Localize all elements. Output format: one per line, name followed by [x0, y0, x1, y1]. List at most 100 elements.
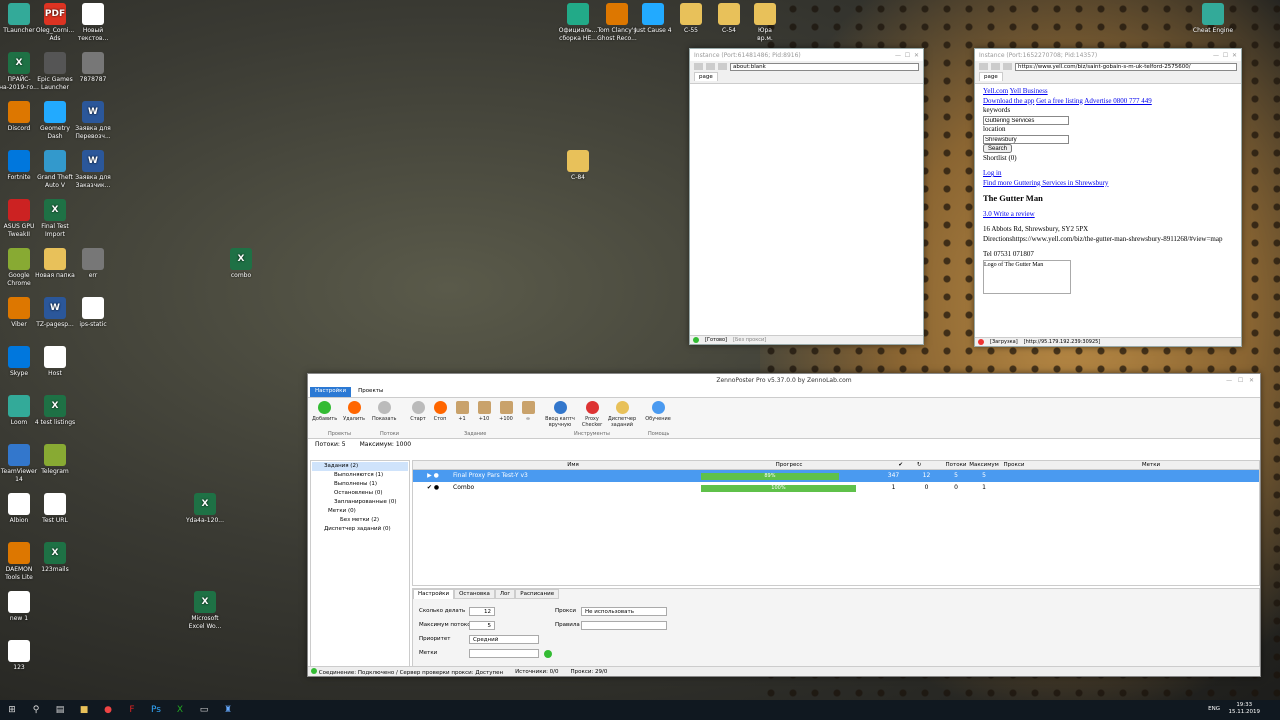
- search-button[interactable]: Search: [983, 144, 1013, 153]
- ribbon-button-5[interactable]: +1: [450, 398, 474, 422]
- notepad-icon[interactable]: ▭: [192, 700, 216, 720]
- tree-item[interactable]: Выполнены (1): [312, 480, 408, 489]
- link-advertise[interactable]: Advertise 0800 777 449: [1084, 97, 1151, 105]
- link-download[interactable]: Download the app: [983, 97, 1034, 105]
- bottom-tab[interactable]: Лог: [494, 589, 516, 599]
- tree-item[interactable]: Выполняются (1): [312, 471, 408, 480]
- ribbon-button-4[interactable]: Стоп: [428, 398, 452, 422]
- desktop-icon[interactable]: Telegram: [30, 444, 80, 476]
- rules-select[interactable]: [581, 621, 667, 630]
- tree-item[interactable]: Метки (0): [312, 507, 408, 516]
- desktop-icon[interactable]: X Yda4a-120...: [180, 493, 230, 525]
- desktop-icon[interactable]: Test URL: [30, 493, 80, 525]
- col-tags[interactable]: Метки: [1043, 461, 1259, 469]
- tags-select[interactable]: [469, 649, 539, 658]
- back-icon[interactable]: [979, 63, 988, 70]
- chrome-icon[interactable]: ●: [96, 700, 120, 720]
- ribbon-button-3[interactable]: Старт: [406, 398, 430, 422]
- count-input[interactable]: 12: [469, 607, 495, 616]
- tab-projects[interactable]: Проекты: [353, 387, 388, 397]
- link-yell-business[interactable]: Yell Business: [1010, 87, 1048, 95]
- system-tray[interactable]: ENG 19:33 15.11.2019: [1208, 702, 1260, 716]
- ribbon-button-9[interactable]: Ввод каптч вручную: [544, 398, 576, 428]
- proxy-select[interactable]: Не использовать: [581, 607, 667, 616]
- ribbon-button-10[interactable]: Proxy Checker: [576, 398, 608, 428]
- photoshop-icon[interactable]: Ps: [144, 700, 168, 720]
- tree-item[interactable]: Диспетчер заданий (0): [312, 525, 408, 534]
- back-icon[interactable]: [694, 63, 703, 70]
- url-input[interactable]: https://www.yell.com/biz/saint-gobain-s-…: [1015, 62, 1237, 71]
- search-icon[interactable]: ⚲: [24, 700, 48, 720]
- bottom-tab[interactable]: Настройки: [413, 589, 455, 599]
- link-find-more[interactable]: Find more Guttering Services in Shrewsbu…: [983, 179, 1108, 187]
- desktop-icon[interactable]: X Final Test Import: [30, 199, 80, 239]
- tree-item[interactable]: Без метки (2): [312, 516, 408, 525]
- link-rating[interactable]: 3.0 Write a review: [983, 210, 1035, 218]
- refresh-icon[interactable]: [1003, 63, 1012, 70]
- filezilla-icon[interactable]: F: [120, 700, 144, 720]
- priority-select[interactable]: Средний: [469, 635, 539, 644]
- bottom-tab[interactable]: Остановка: [454, 589, 495, 599]
- col-max[interactable]: Максимум: [969, 461, 999, 469]
- desktop-icon[interactable]: 7878787: [68, 52, 118, 84]
- col-name[interactable]: Имя: [453, 461, 693, 469]
- ribbon-button-0[interactable]: Добавить: [312, 398, 337, 422]
- keywords-input[interactable]: [983, 116, 1069, 125]
- tab-settings[interactable]: Настройки: [310, 387, 352, 397]
- table-row[interactable]: ▶ ● Final Proxy Pars Test-Y v3 89% 347 12 5 5: [413, 470, 1259, 482]
- desktop-icon[interactable]: Xcombo: [216, 248, 266, 280]
- desktop-icon[interactable]: C-84: [553, 150, 603, 182]
- url-input[interactable]: about:blank: [730, 62, 919, 71]
- language[interactable]: ENG: [1208, 706, 1220, 713]
- window-controls[interactable]: — ☐ ✕: [895, 52, 919, 59]
- desktop-icon[interactable]: err: [68, 248, 118, 280]
- browser-window-2[interactable]: Instance (Port:1652270708; Pid:14357) — ☐…: [974, 48, 1242, 347]
- col-threads[interactable]: Потоки: [943, 461, 969, 469]
- desktop-icon[interactable]: X 4 test listings: [30, 395, 80, 427]
- tab-page[interactable]: page: [979, 72, 1003, 81]
- desktop-icon[interactable]: Юра вр.м.: [740, 3, 790, 43]
- col-progress[interactable]: Прогресс: [701, 461, 877, 469]
- ribbon-button-1[interactable]: Удалить: [342, 398, 366, 422]
- bottom-tab[interactable]: Расписание: [515, 589, 560, 599]
- tree-item[interactable]: Запланированные (0): [312, 498, 408, 507]
- window-controls[interactable]: — ☐ ✕: [1226, 377, 1254, 384]
- ribbon-button-11[interactable]: Диспетчер заданий: [606, 398, 638, 428]
- forward-icon[interactable]: [706, 63, 715, 70]
- tasks-grid[interactable]: Имя Прогресс ✔ ↻ Потоки Максимум Прокси …: [412, 460, 1260, 586]
- ribbon-button-2[interactable]: Показать: [372, 398, 397, 422]
- excel-icon[interactable]: X: [168, 700, 192, 720]
- zennoposter-window[interactable]: ZennoPoster Pro v5.37.0.0 by ZennoLab.co…: [307, 373, 1261, 677]
- desktop-icon[interactable]: Cheat Engine: [1188, 3, 1238, 35]
- desktop-icon[interactable]: X Microsoft Excel Wo...: [180, 591, 230, 631]
- desktop-icon[interactable]: ips-static: [68, 297, 118, 329]
- tree-item[interactable]: Остановлены (0): [312, 489, 408, 498]
- task-view-icon[interactable]: ▤: [48, 700, 72, 720]
- window-controls[interactable]: — ☐ ✕: [1213, 52, 1237, 59]
- desktop-icon[interactable]: 123: [0, 640, 44, 672]
- maxthreads-input[interactable]: 5: [469, 621, 495, 630]
- ribbon-button-12[interactable]: Обучение: [642, 398, 674, 422]
- table-row[interactable]: ✔ ● Combo 100% 1 0 0 1: [413, 482, 1259, 494]
- zennoposter-icon[interactable]: ♜: [216, 700, 240, 720]
- desktop-icon[interactable]: W Заявка для Перевозч...: [68, 101, 118, 141]
- desktop-icon[interactable]: new 1: [0, 591, 44, 623]
- link-yell[interactable]: Yell.com: [983, 87, 1008, 95]
- explorer-icon[interactable]: ■: [72, 700, 96, 720]
- start-icon[interactable]: ⊞: [0, 700, 24, 720]
- ribbon-button-7[interactable]: +100: [494, 398, 518, 422]
- ribbon-button-8[interactable]: ∞: [516, 398, 540, 422]
- desktop-icon[interactable]: X 123mails: [30, 542, 80, 574]
- browser-window-1[interactable]: Instance (Port:61481486; Pid:8916) — ☐ ✕ …: [689, 48, 924, 345]
- desktop-icon[interactable]: Новый текстов...: [68, 3, 118, 43]
- tab-page[interactable]: page: [694, 72, 718, 81]
- link-free-listing[interactable]: Get a free listing: [1036, 97, 1083, 105]
- ribbon-button-6[interactable]: +10: [472, 398, 496, 422]
- tree-item[interactable]: Задания (2): [312, 462, 408, 471]
- col-proxy[interactable]: Прокси: [999, 461, 1029, 469]
- location-input[interactable]: [983, 135, 1069, 144]
- forward-icon[interactable]: [991, 63, 1000, 70]
- link-login[interactable]: Log in: [983, 169, 1001, 177]
- desktop-icon[interactable]: W Заявка для Заказчик...: [68, 150, 118, 190]
- refresh-icon[interactable]: [718, 63, 727, 70]
